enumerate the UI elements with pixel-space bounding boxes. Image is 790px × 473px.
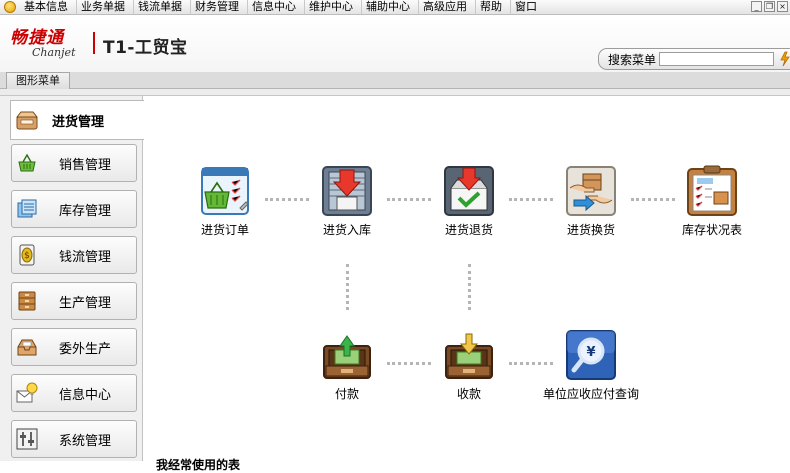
settings-icon xyxy=(15,427,39,451)
sidebar-item-label: 委外生产 xyxy=(59,341,112,357)
node-label: 进货换货 xyxy=(566,223,615,237)
logo-chinese: 畅捷通 xyxy=(10,28,64,48)
sidebar-item-label: 系统管理 xyxy=(59,433,112,449)
node-label: 付款 xyxy=(334,387,359,401)
minimize-icon[interactable]: _ xyxy=(751,1,762,12)
search-input[interactable] xyxy=(659,52,775,66)
purchase-box-icon xyxy=(15,108,39,132)
chanjet-logo: 畅捷通 Chanjet xyxy=(10,30,90,60)
logo-english: Chanjet xyxy=(32,46,76,59)
tab-graphic-menu[interactable]: 图形菜单 xyxy=(6,72,70,89)
node-purchase-in[interactable]: 进货入库 xyxy=(302,164,392,238)
sidebar-item-cashflow[interactable]: $ 钱流管理 xyxy=(11,236,137,274)
menu-business-docs[interactable]: 业务单据 xyxy=(77,0,134,14)
sidebar-active-module[interactable]: 进货管理 xyxy=(10,100,144,140)
inventory-report-icon xyxy=(685,164,739,218)
sidebar-item-system[interactable]: 系统管理 xyxy=(11,420,137,458)
menu-window[interactable]: 窗口 xyxy=(511,0,545,14)
app-header: 畅捷通 Chanjet T1-工贸宝 搜索菜单 xyxy=(0,16,790,72)
tab-strip: 图形菜单 xyxy=(0,72,790,89)
tab-content-border xyxy=(0,89,790,96)
sidebar-item-label: 钱流管理 xyxy=(59,249,112,265)
yuan-search-icon: ¥ xyxy=(564,328,618,382)
sidebar-item-outsourcing[interactable]: 委外生产 xyxy=(11,328,137,366)
menu-auxiliary[interactable]: 辅助中心 xyxy=(362,0,419,14)
menu-bar: 基本信息 业务单据 钱流单据 财务管理 信息中心 维护中心 辅助中心 高级应用 … xyxy=(0,0,790,15)
purchase-return-icon xyxy=(442,164,496,218)
inventory-icon xyxy=(15,197,39,221)
connector-line xyxy=(468,264,471,310)
node-purchase-exchange[interactable]: 进货换货 xyxy=(546,164,636,238)
receipt-drawer-icon xyxy=(442,328,496,382)
node-payment[interactable]: 付款 xyxy=(302,328,392,402)
sidebar-item-inventory[interactable]: 库存管理 xyxy=(11,190,137,228)
connector-line xyxy=(346,264,349,310)
payment-drawer-icon xyxy=(320,328,374,382)
node-label: 收款 xyxy=(456,387,481,401)
purchase-in-icon xyxy=(320,164,374,218)
product-name: T1-工贸宝 xyxy=(103,38,188,58)
menu-search: 搜索菜单 xyxy=(598,48,790,70)
purchase-order-icon xyxy=(198,164,252,218)
node-label: 进货入库 xyxy=(322,223,371,237)
workflow-panel: 进货订单 进货入库 进货退货 进货换货 库存状况表 付款 收款 ¥ 单位应收应付… xyxy=(144,96,790,472)
sidebar-item-sales[interactable]: 销售管理 xyxy=(11,144,137,182)
menu-help[interactable]: 帮助 xyxy=(476,0,511,14)
menu-basic-info[interactable]: 基本信息 xyxy=(20,0,77,14)
search-label: 搜索菜单 xyxy=(608,52,657,67)
svg-text:¥: ¥ xyxy=(586,345,595,360)
menu-advanced[interactable]: 高级应用 xyxy=(419,0,476,14)
window-controls: _ ❐ × xyxy=(751,1,788,12)
node-label: 单位应收应付查询 xyxy=(542,387,639,401)
menu-cash-docs[interactable]: 钱流单据 xyxy=(134,0,191,14)
sidebar-item-label: 库存管理 xyxy=(59,203,112,219)
menu-info-center[interactable]: 信息中心 xyxy=(248,0,305,14)
tray-icon xyxy=(15,335,39,359)
node-label: 库存状况表 xyxy=(681,223,742,237)
node-label: 进货退货 xyxy=(444,223,493,237)
node-label: 进货订单 xyxy=(200,223,249,237)
sidebar-item-info-center[interactable]: 信息中心 xyxy=(11,374,137,412)
sidebar-head-label: 进货管理 xyxy=(52,114,105,130)
sidebar-item-label: 生产管理 xyxy=(59,295,112,311)
node-purchase-order[interactable]: 进货订单 xyxy=(180,164,270,238)
search-go-icon[interactable] xyxy=(779,51,790,67)
node-purchase-return[interactable]: 进货退货 xyxy=(424,164,514,238)
close-icon[interactable]: × xyxy=(777,1,788,12)
node-inventory-report[interactable]: 库存状况表 xyxy=(667,164,757,238)
sidebar-item-label: 信息中心 xyxy=(59,387,112,403)
module-sidebar: 进货管理 销售管理 库存管理 $ 钱流管理 生产管理 委外生产 信息中心 系统管… xyxy=(0,96,144,461)
logo-divider xyxy=(93,32,95,54)
node-payable-query[interactable]: ¥ 单位应收应付查询 xyxy=(536,328,646,402)
cabinet-icon xyxy=(15,289,39,313)
app-icon xyxy=(4,1,16,13)
node-receipt[interactable]: 收款 xyxy=(424,328,514,402)
menu-maintenance[interactable]: 维护中心 xyxy=(305,0,362,14)
coin-icon: $ xyxy=(15,243,39,267)
frequent-reports-heading: 我经常使用的表 xyxy=(156,458,241,472)
restore-icon[interactable]: ❐ xyxy=(764,1,775,12)
purchase-exchange-icon xyxy=(564,164,618,218)
sidebar-item-production[interactable]: 生产管理 xyxy=(11,282,137,320)
basket-icon xyxy=(15,151,39,175)
sidebar-item-label: 销售管理 xyxy=(59,157,112,173)
menu-finance[interactable]: 财务管理 xyxy=(191,0,248,14)
svg-text:$: $ xyxy=(24,251,30,261)
mail-bulb-icon xyxy=(15,381,39,405)
